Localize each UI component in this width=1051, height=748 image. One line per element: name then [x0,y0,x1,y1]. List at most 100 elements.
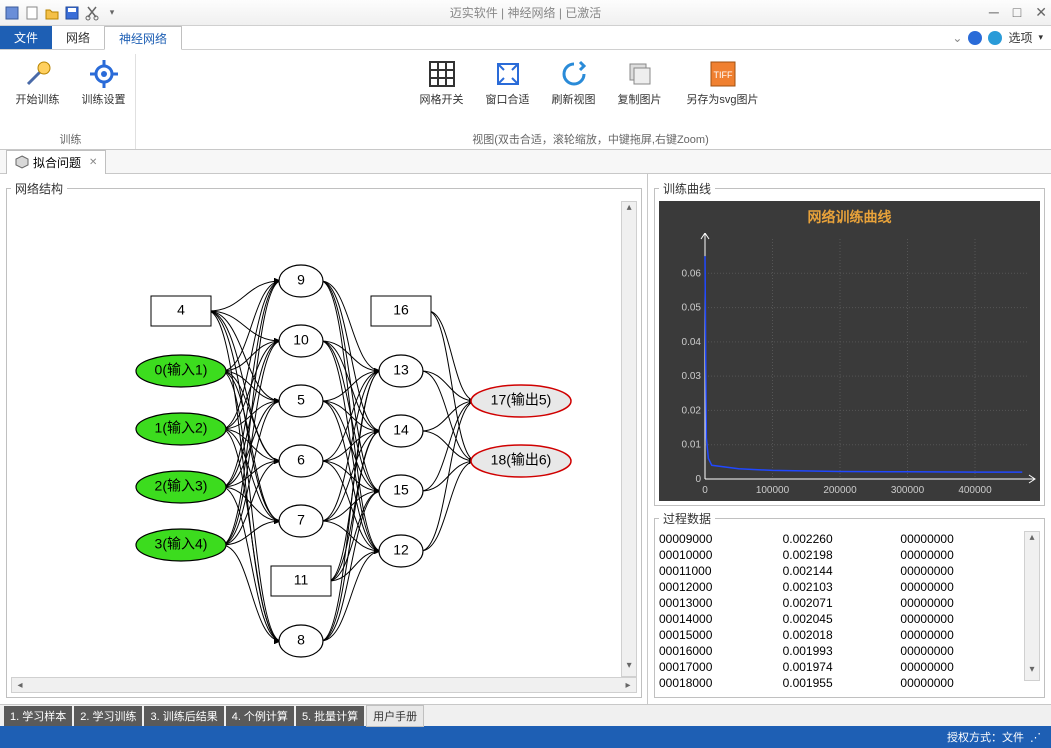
copy-image-button[interactable]: 复制图片 [612,54,668,107]
start-train-button[interactable]: 开始训练 [10,54,66,107]
quick-access-toolbar: ▾ [4,5,120,21]
svg-text:8: 8 [297,632,305,648]
window-controls: ─ □ ✕ [989,4,1047,21]
svg-text:5: 5 [297,392,305,408]
save-svg-button[interactable]: TIFF 另存为svg图片 [678,54,768,107]
table-row: 000100000.00219800000000 [659,547,1024,563]
refresh-icon [558,58,590,90]
svg-text:4: 4 [177,302,185,318]
titlebar: ▾ 迈实软件 | 神经网络 | 已激活 ─ □ ✕ [0,0,1051,26]
table-row: 000150000.00201800000000 [659,627,1024,643]
ribbon: 开始训练 训练设置 训练 网格开关 窗口合适 刷新视图 [0,50,1051,150]
info-icon[interactable] [988,31,1002,45]
tab-samples[interactable]: 1. 学习样本 [4,706,72,726]
svg-text:10: 10 [293,332,309,348]
table-row: 000130000.00207100000000 [659,595,1024,611]
svg-text:14: 14 [393,422,409,438]
table-row: 000170000.00197400000000 [659,659,1024,675]
main-content: 网络结构 411160(输入1)1(输入2)2(输入3)3(输入4)910567… [0,174,1051,704]
svg-text:300000: 300000 [891,485,925,496]
chevron-down-icon[interactable]: ▾ [1038,32,1043,43]
table-row: 000120000.00210300000000 [659,579,1024,595]
brush-icon [22,58,54,90]
svg-text:1(输入2): 1(输入2) [155,420,208,436]
table-row: 000160000.00199300000000 [659,643,1024,659]
cut-icon[interactable] [84,5,100,21]
svg-text:200000: 200000 [823,485,857,496]
cube-icon [15,155,29,169]
close-button[interactable]: ✕ [1035,4,1047,21]
tiff-icon: TIFF [707,58,739,90]
table-row: 000090000.00226000000000 [659,531,1024,547]
tab-batch-calc[interactable]: 5. 批量计算 [296,706,364,726]
help-icon[interactable] [968,31,982,45]
network-canvas[interactable]: 411160(输入1)1(输入2)2(输入3)3(输入4)91056781314… [11,201,621,671]
process-data-panel: 过程数据 000090000.00226000000000000100000.0… [654,510,1045,698]
svg-text:TIFF: TIFF [713,70,732,80]
svg-text:7: 7 [297,512,305,528]
hscrollbar[interactable]: ◂▸ [11,677,637,693]
left-pane: 网络结构 411160(输入1)1(输入2)2(输入3)3(输入4)910567… [0,174,648,704]
new-icon[interactable] [24,5,40,21]
tab-neural-network[interactable]: 神经网络 [104,26,182,50]
resize-grip-icon[interactable]: ⋰ [1030,731,1041,744]
document-tabs: 拟合问题 ✕ [0,150,1051,174]
refresh-view-button[interactable]: 刷新视图 [546,54,602,107]
svg-text:0.04: 0.04 [682,337,702,348]
tab-results[interactable]: 3. 训练后结果 [144,706,223,726]
svg-text:2(输入3): 2(输入3) [155,478,208,494]
minimize-button[interactable]: ─ [989,4,999,21]
table-row: 000110000.00214400000000 [659,563,1024,579]
vscrollbar[interactable]: ▴▾ [621,201,637,677]
svg-text:0.05: 0.05 [682,303,702,314]
fit-window-button[interactable]: 窗口合适 [480,54,536,107]
grid-icon [426,58,458,90]
ribbon-tabs: 文件 网络 神经网络 ⌄ 选项 ▾ [0,26,1051,50]
fit-icon [492,58,524,90]
svg-text:0.01: 0.01 [682,440,702,451]
svg-text:9: 9 [297,272,305,288]
statusbar: 授权方式：文件 ⋰ [0,726,1051,748]
copy-icon [624,58,656,90]
training-curve-panel: 训练曲线 网络训练曲线 00.010.020.030.040.050.06010… [654,180,1045,506]
svg-text:0.06: 0.06 [682,268,702,279]
tab-file[interactable]: 文件 [0,26,52,49]
caret-icon[interactable]: ⌄ [952,31,962,45]
close-tab-icon[interactable]: ✕ [89,157,97,168]
maximize-button[interactable]: □ [1013,4,1021,21]
chart-title: 网络训练曲线 [659,201,1040,233]
svg-text:0.02: 0.02 [682,405,702,416]
auth-status: 授权方式：文件 [947,729,1024,745]
save-icon[interactable] [64,5,80,21]
qat-dropdown-icon[interactable]: ▾ [104,5,120,21]
svg-text:15: 15 [393,482,409,498]
options-button[interactable]: 选项 [1008,29,1032,46]
svg-text:0(输入1): 0(输入1) [155,362,208,378]
svg-text:18(输出6): 18(输出6) [491,452,552,468]
table-row: 000180000.00195500000000 [659,675,1024,691]
svg-text:13: 13 [393,362,409,378]
svg-text:11: 11 [294,572,309,588]
gear-icon [88,58,120,90]
svg-text:0.03: 0.03 [682,371,702,382]
grid-toggle-button[interactable]: 网格开关 [414,54,470,107]
window-title: 迈实软件 | 神经网络 | 已激活 [450,4,602,21]
svg-text:12: 12 [393,542,409,558]
svg-text:0: 0 [702,485,708,496]
svg-text:400000: 400000 [958,485,992,496]
doc-tab-fitting[interactable]: 拟合问题 ✕ [6,150,106,174]
tab-training[interactable]: 2. 学习训练 [74,706,142,726]
proc-vscrollbar[interactable]: ▴▾ [1024,531,1040,681]
tab-single-calc[interactable]: 4. 个例计算 [226,706,294,726]
train-settings-button[interactable]: 训练设置 [76,54,132,107]
svg-text:17(输出5): 17(输出5) [491,392,552,408]
process-data-list[interactable]: 000090000.00226000000000000100000.002198… [659,531,1024,691]
app-icon [4,5,20,21]
chart-area: 网络训练曲线 00.010.020.030.040.050.0601000002… [659,201,1040,501]
right-pane: 训练曲线 网络训练曲线 00.010.020.030.040.050.06010… [648,174,1051,704]
tab-network[interactable]: 网络 [52,26,104,49]
tab-manual[interactable]: 用户手册 [366,705,424,727]
svg-text:6: 6 [297,452,305,468]
open-icon[interactable] [44,5,60,21]
workflow-tabs: 1. 学习样本 2. 学习训练 3. 训练后结果 4. 个例计算 5. 批量计算… [0,704,1051,726]
